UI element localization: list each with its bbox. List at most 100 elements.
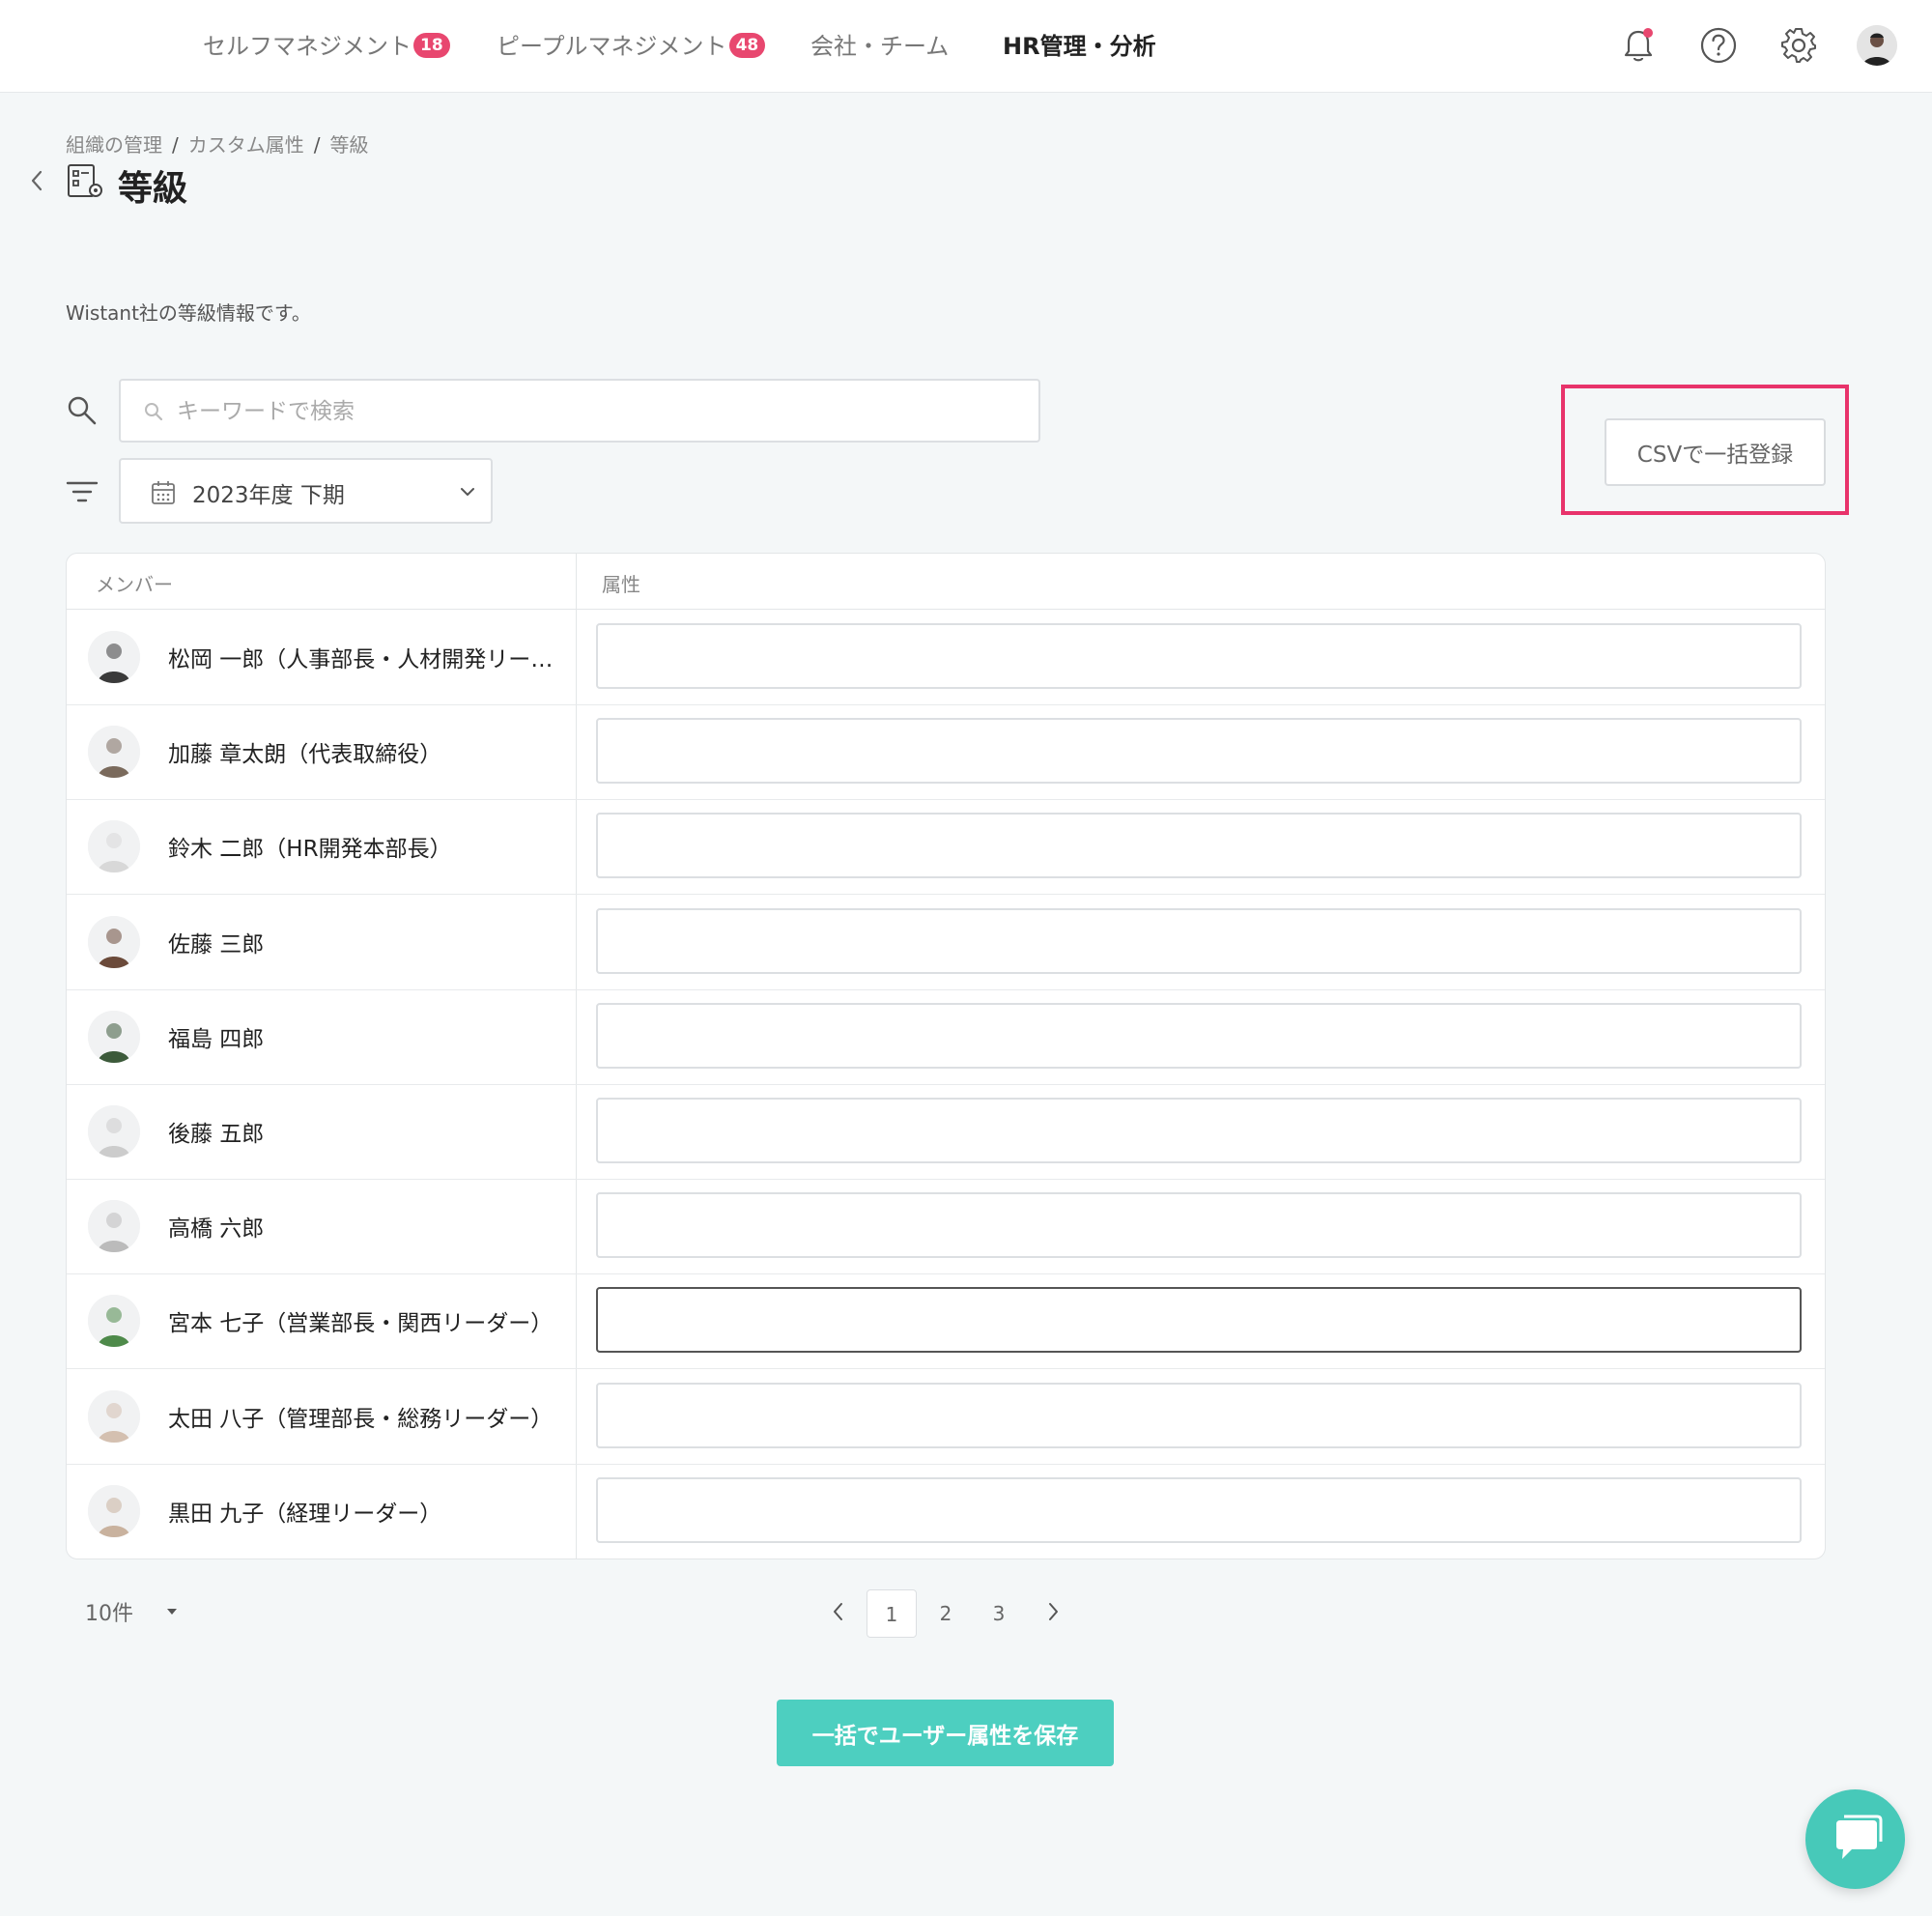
user-silhouette-icon (1857, 25, 1897, 66)
member-name: 佐藤 三郎 (168, 931, 265, 958)
back-chevron-icon[interactable] (27, 166, 46, 195)
period-select[interactable]: 2023年度 下期 (119, 458, 493, 524)
member-photo-icon (88, 1105, 140, 1158)
member-photo-icon (88, 726, 140, 779)
chat-bubble-icon (1836, 1815, 1883, 1859)
page-description: Wistant社の等級情報です。 (66, 301, 311, 325)
attribute-input[interactable] (596, 1287, 1802, 1354)
period-select-value: 2023年度 下期 (192, 483, 345, 508)
csv-import-button[interactable]: CSVで一括登録 (1605, 418, 1826, 486)
table-row: 鈴木 二郎（HR開発本部長） (67, 799, 1825, 896)
notification-badge: 18 (413, 33, 450, 58)
breadcrumb-separator: / (313, 133, 321, 157)
search-icon (145, 403, 163, 421)
member-photo-icon (88, 1010, 140, 1063)
member-name: 太田 八子（管理部長・総務リーダー） (168, 1406, 554, 1432)
table-row: 福島 四郎 (67, 989, 1825, 1085)
table-row: 後藤 五郎 (67, 1084, 1825, 1180)
member-photo-icon (88, 1484, 140, 1537)
notification-badge: 48 (728, 33, 766, 58)
breadcrumb-separator: / (172, 133, 179, 157)
attribute-input[interactable] (596, 1098, 1802, 1163)
member-name: 後藤 五郎 (168, 1122, 265, 1147)
member-avatar (88, 1484, 140, 1537)
nav-people-management[interactable]: ピープルマネジメント 48 (497, 29, 766, 64)
member-avatar (88, 726, 140, 779)
breadcrumb-item-custom-attributes[interactable]: カスタム属性 (188, 133, 304, 157)
member-photo-icon (88, 631, 140, 683)
attribute-settings-icon (68, 164, 102, 197)
column-header-attribute: 属性 (602, 573, 640, 596)
member-avatar (88, 1105, 140, 1158)
member-name: 加藤 章太朗（代表取締役） (168, 742, 442, 768)
member-name: 黒田 九子（経理リーダー） (168, 1501, 442, 1527)
member-photo-icon (88, 1200, 140, 1253)
nav-label: HR管理・分析 (1003, 33, 1156, 60)
nav-label: 会社・チーム (810, 33, 950, 60)
table-row: 太田 八子（管理部長・総務リーダー） (67, 1369, 1825, 1465)
chat-button[interactable] (1805, 1789, 1905, 1889)
bulk-save-button[interactable]: 一括でユーザー属性を保存 (777, 1700, 1114, 1766)
bell-icon[interactable] (1616, 23, 1661, 68)
table-row: 佐藤 三郎 (67, 895, 1825, 990)
member-avatar (88, 820, 140, 873)
member-avatar (88, 1389, 140, 1443)
nav-company-team[interactable]: 会社・チーム (810, 29, 949, 64)
page-size-select[interactable]: 10件 (85, 1596, 133, 1627)
calendar-icon (152, 481, 175, 504)
attribute-input[interactable] (596, 813, 1802, 879)
filter-icon (66, 481, 99, 502)
attribute-input[interactable] (596, 1192, 1802, 1259)
member-avatar (88, 631, 140, 683)
nav-label: セルフマネジメント (203, 33, 412, 60)
chevron-right-icon[interactable] (1045, 1600, 1061, 1623)
member-photo-icon (88, 915, 140, 968)
member-name: 高橋 六郎 (168, 1216, 265, 1243)
attribute-input[interactable] (596, 1382, 1802, 1448)
column-header-member: メンバー (96, 573, 173, 596)
question-circle-icon[interactable] (1696, 23, 1741, 68)
table-row: 高橋 六郎 (67, 1179, 1825, 1275)
member-name: 宮本 七子（営業部長・関西リーダー） (168, 1311, 554, 1337)
member-avatar (88, 915, 140, 968)
nav-hr-management[interactable]: HR管理・分析 (1003, 29, 1156, 64)
breadcrumb-item-current: 等級 (329, 133, 369, 157)
page-number-3[interactable]: 3 (974, 1589, 1024, 1638)
attribute-input[interactable] (596, 623, 1802, 689)
search-field (119, 379, 1040, 443)
table-header: メンバー 属性 (67, 554, 1825, 610)
member-name: 鈴木 二郎（HR開発本部長） (168, 837, 452, 863)
member-attribute-table: メンバー 属性 松岡 一郎（人事部長・人材開発リーダー） 加藤 章太朗（代表取締役… (66, 553, 1826, 1559)
attribute-input[interactable] (596, 1476, 1802, 1543)
member-photo-icon (88, 1295, 140, 1348)
top-navigation: セルフマネジメント 18 ピープルマネジメント 48 会社・チーム HR管理・分析 (0, 0, 1932, 93)
member-photo-icon (88, 820, 140, 873)
gear-icon[interactable] (1776, 23, 1821, 68)
member-photo-icon (88, 1389, 140, 1443)
member-name: 松岡 一郎（人事部長・人材開発リーダー） (168, 647, 564, 672)
chevron-left-icon[interactable] (831, 1600, 846, 1623)
table-row: 松岡 一郎（人事部長・人材開発リーダー） (67, 610, 1825, 705)
table-row: 加藤 章太朗（代表取締役） (67, 704, 1825, 801)
nav-label: ピープルマネジメント (497, 33, 727, 60)
attribute-input[interactable] (596, 907, 1802, 974)
page-title: 等級 (118, 169, 188, 209)
caret-down-icon[interactable] (166, 1608, 178, 1616)
nav-self-management[interactable]: セルフマネジメント 18 (203, 29, 450, 64)
page-number-1[interactable]: 1 (867, 1589, 917, 1638)
table-row: 宮本 七子（営業部長・関西リーダー） (67, 1273, 1825, 1370)
page-number-2[interactable]: 2 (921, 1589, 971, 1638)
table-row: 黒田 九子（経理リーダー） (67, 1464, 1825, 1559)
member-avatar (88, 1295, 140, 1348)
chevron-down-icon (461, 488, 474, 496)
attribute-input[interactable] (596, 718, 1802, 785)
breadcrumb: 組織の管理 / カスタム属性 / 等級 (66, 129, 369, 157)
member-avatar (88, 1010, 140, 1063)
search-icon (68, 396, 97, 425)
member-avatar (88, 1200, 140, 1253)
breadcrumb-item-organization[interactable]: 組織の管理 (66, 133, 162, 157)
user-avatar[interactable] (1857, 25, 1897, 66)
attribute-input[interactable] (596, 1002, 1802, 1069)
search-input[interactable] (175, 390, 1019, 433)
member-name: 福島 四郎 (168, 1026, 265, 1052)
